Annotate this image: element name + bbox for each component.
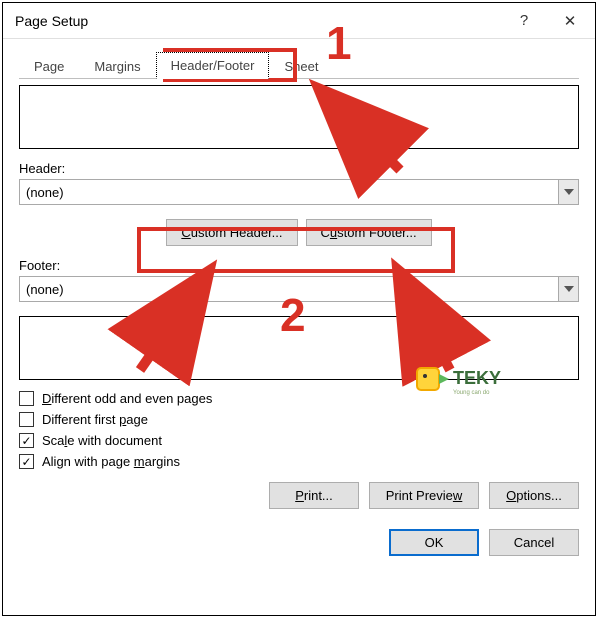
checkbox-scale[interactable]: ✓ Scale with document <box>19 430 579 451</box>
checkbox-box: ✓ <box>19 433 34 448</box>
custom-buttons-row: Custom Header... Custom Footer... <box>19 219 579 246</box>
dialog-buttons-row: OK Cancel <box>19 529 579 556</box>
header-select[interactable]: (none) <box>19 179 579 205</box>
tab-page[interactable]: Page <box>19 53 79 79</box>
options-button[interactable]: Options... <box>489 482 579 509</box>
custom-footer-button[interactable]: Custom Footer... <box>306 219 432 246</box>
header-select-value: (none) <box>20 185 558 200</box>
window-title: Page Setup <box>15 13 501 29</box>
print-preview-button[interactable]: Print Preview <box>369 482 479 509</box>
ok-button[interactable]: OK <box>389 529 479 556</box>
footer-select[interactable]: (none) <box>19 276 579 302</box>
page-setup-dialog: Page Setup ? ✕ Page Margins Header/Foote… <box>2 2 596 616</box>
checkbox-label: Different first page <box>42 412 148 427</box>
tabstrip: Page Margins Header/Footer Sheet <box>19 51 579 79</box>
custom-header-button[interactable]: Custom Header... <box>166 219 297 246</box>
tab-margins[interactable]: Margins <box>79 53 155 79</box>
help-icon[interactable]: ? <box>501 4 547 38</box>
checkbox-diff-first[interactable]: Different first page <box>19 409 579 430</box>
checkbox-box: ✓ <box>19 454 34 469</box>
checkbox-label: Scale with document <box>42 433 162 448</box>
header-preview <box>19 85 579 149</box>
tab-sheet[interactable]: Sheet <box>269 53 333 79</box>
tab-header-footer[interactable]: Header/Footer <box>156 52 270 79</box>
titlebar: Page Setup ? ✕ <box>3 3 595 39</box>
checkbox-box <box>19 391 34 406</box>
footer-select-value: (none) <box>20 282 558 297</box>
chevron-down-icon[interactable] <box>558 277 578 301</box>
footer-preview <box>19 316 579 380</box>
checkbox-group: Different odd and even pages Different f… <box>19 388 579 472</box>
checkbox-box <box>19 412 34 427</box>
checkbox-align[interactable]: ✓ Align with page margins <box>19 451 579 472</box>
print-button[interactable]: Print... <box>269 482 359 509</box>
print-row: Print... Print Preview Options... <box>19 482 579 509</box>
close-icon[interactable]: ✕ <box>547 4 593 38</box>
cancel-button[interactable]: Cancel <box>489 529 579 556</box>
footer-label: Footer: <box>19 258 579 273</box>
header-label: Header: <box>19 161 579 176</box>
checkbox-label: Different odd and even pages <box>42 391 212 406</box>
dialog-body: Page Margins Header/Footer Sheet Header:… <box>3 39 595 615</box>
checkbox-label: Align with page margins <box>42 454 180 469</box>
chevron-down-icon[interactable] <box>558 180 578 204</box>
checkbox-diff-odd-even[interactable]: Different odd and even pages <box>19 388 579 409</box>
